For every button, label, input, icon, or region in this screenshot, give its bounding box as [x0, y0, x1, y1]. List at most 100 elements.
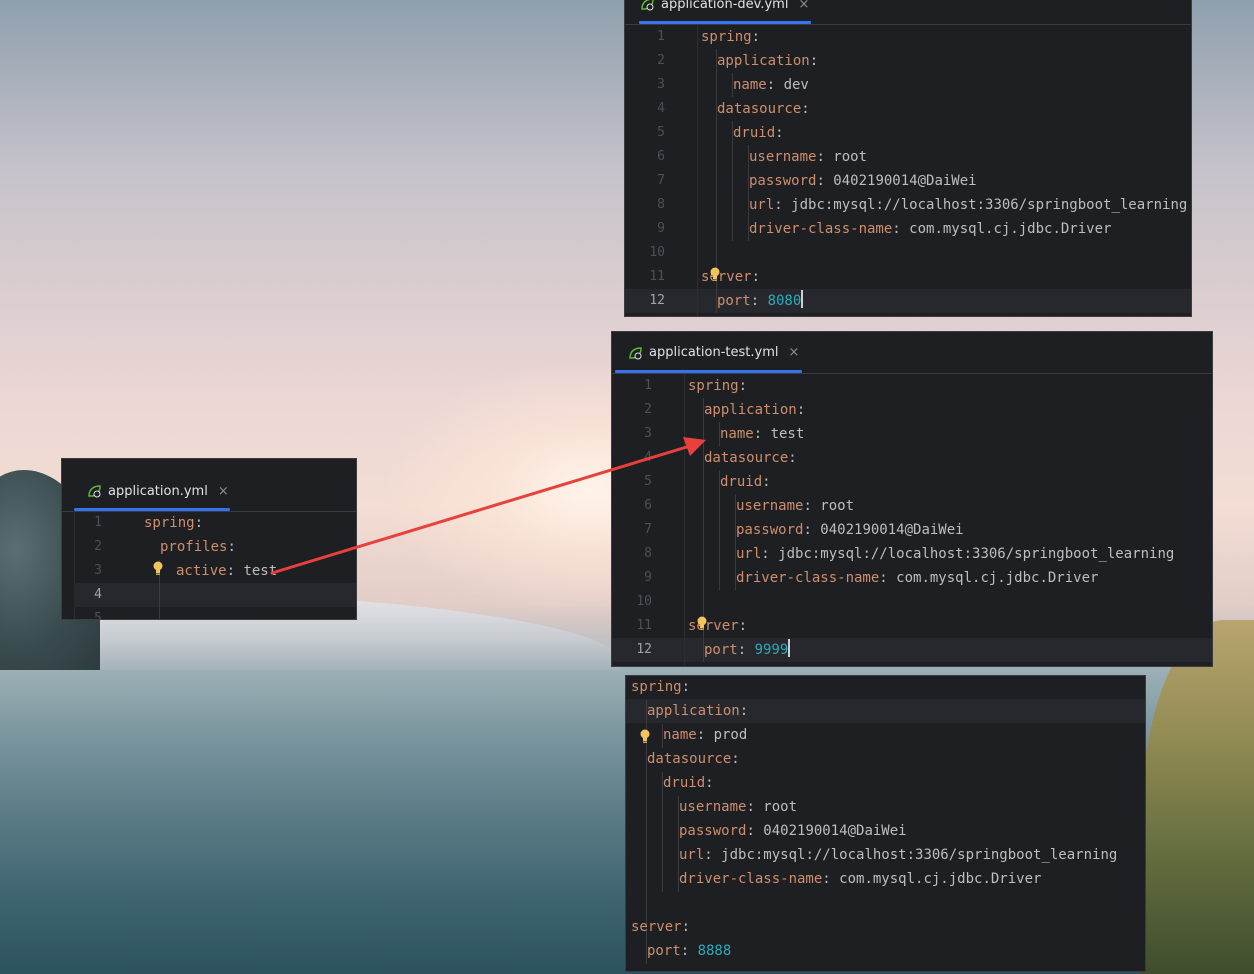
code-line[interactable]: spring:	[688, 374, 747, 398]
code-line[interactable]: spring:	[631, 676, 690, 699]
code-line-current[interactable]: port: 8080	[717, 289, 804, 313]
code-line[interactable]: application:	[717, 49, 818, 73]
code-line[interactable]: server:	[631, 915, 690, 939]
yaml-key: driver-class-name	[679, 871, 823, 887]
yaml-value: test	[243, 563, 278, 579]
yaml-key: druid	[733, 125, 776, 141]
code-line[interactable]: spring:	[701, 25, 760, 49]
yaml-key: username	[679, 799, 747, 815]
yaml-key: datasource	[717, 101, 802, 117]
line-number: 5	[657, 125, 665, 140]
tab-label: application-dev.yml	[661, 0, 789, 12]
code-line[interactable]: spring:	[144, 511, 203, 535]
yaml-value: root	[820, 498, 855, 514]
code-line[interactable]: driver-class-name: com.mysql.cj.jdbc.Dri…	[736, 566, 1098, 590]
code-line[interactable]: datasource:	[647, 747, 740, 771]
gutter-separator	[697, 25, 698, 316]
spring-leaf-icon	[88, 485, 101, 498]
line-number: 8	[644, 546, 652, 561]
yaml-key: username	[736, 498, 804, 514]
code-line[interactable]: druid:	[733, 121, 784, 145]
code-line[interactable]: username: root	[679, 795, 797, 819]
yaml-key: application	[647, 703, 740, 719]
line-number: 10	[636, 594, 652, 609]
code-line-current[interactable]: application:	[647, 699, 748, 723]
code-line[interactable]: password: 0402190014@DaiWei	[749, 169, 977, 193]
code-line[interactable]: username: root	[749, 145, 867, 169]
editor-application-test: application-test.yml × 1 2 3 4 5 6 7 8 9…	[612, 332, 1212, 666]
tab-application-dev[interactable]: application-dev.yml ×	[639, 0, 811, 24]
yaml-value: test	[770, 426, 805, 442]
code-line[interactable]: datasource:	[704, 446, 797, 470]
line-number: 2	[644, 402, 652, 417]
yaml-key: name	[663, 727, 697, 743]
spring-leaf-icon	[629, 346, 642, 359]
yaml-key: server	[631, 919, 682, 935]
line-number: 2	[657, 53, 665, 68]
yaml-key: url	[749, 197, 775, 213]
yaml-value: prod	[713, 727, 748, 743]
code-line[interactable]: password: 0402190014@DaiWei	[736, 518, 964, 542]
code-line[interactable]: username: root	[736, 494, 854, 518]
code-line[interactable]: driver-class-name: com.mysql.cj.jdbc.Dri…	[679, 867, 1041, 891]
yaml-key: datasource	[647, 751, 732, 767]
yaml-key: driver-class-name	[749, 221, 893, 237]
yaml-value: jdbc:mysql://localhost:3306/springboot_l…	[791, 197, 1188, 213]
active-tab-indicator	[615, 370, 802, 373]
line-number: 2	[94, 539, 102, 554]
close-icon[interactable]: ×	[218, 484, 229, 499]
text-caret	[788, 639, 791, 657]
yaml-key: url	[679, 847, 705, 863]
yaml-value: dev	[783, 77, 809, 93]
close-icon[interactable]: ×	[798, 0, 809, 12]
line-number-current: 4	[94, 587, 102, 602]
code-line[interactable]: profiles:	[160, 535, 236, 559]
line-number: 6	[644, 498, 652, 513]
line-number: 5	[94, 611, 102, 619]
lightbulb-icon[interactable]	[639, 728, 651, 744]
line-number: 4	[657, 101, 665, 116]
current-line-highlight	[625, 289, 1191, 313]
yaml-key: datasource	[704, 450, 789, 466]
line-number: 3	[644, 426, 652, 441]
code-line[interactable]: url: jdbc:mysql://localhost:3306/springb…	[736, 542, 1174, 566]
line-number: 1	[644, 378, 652, 393]
line-number: 11	[649, 269, 665, 284]
yaml-key: name	[733, 77, 767, 93]
code-line[interactable]: name: prod	[663, 723, 747, 747]
code-line[interactable]: name: dev	[733, 73, 809, 97]
code-line[interactable]: port: 8888	[647, 939, 731, 963]
line-number: 9	[644, 570, 652, 585]
line-number: 5	[644, 474, 652, 489]
code-line-current[interactable]: port: 9999	[704, 638, 791, 662]
lightbulb-icon[interactable]	[696, 615, 708, 631]
yaml-value: 0402190014@DaiWei	[833, 173, 977, 189]
code-line[interactable]: password: 0402190014@DaiWei	[679, 819, 907, 843]
line-number: 9	[657, 221, 665, 236]
line-number: 1	[94, 515, 102, 530]
line-number: 8	[657, 197, 665, 212]
code-line[interactable]: url: jdbc:mysql://localhost:3306/springb…	[749, 193, 1187, 217]
code-line[interactable]: druid:	[663, 771, 714, 795]
code-line[interactable]: name: test	[720, 422, 804, 446]
code-line[interactable]: datasource:	[717, 97, 810, 121]
yaml-key: druid	[663, 775, 706, 791]
lightbulb-icon[interactable]	[152, 560, 164, 576]
code-line[interactable]: active: test	[176, 559, 277, 583]
lightbulb-icon[interactable]	[709, 266, 721, 282]
code-line[interactable]: url: jdbc:mysql://localhost:3306/springb…	[679, 843, 1117, 867]
close-icon[interactable]: ×	[788, 345, 799, 360]
tab-label: application.yml	[108, 483, 208, 499]
editor-application-prod: spring: application: name: prod datasour…	[626, 676, 1145, 971]
yaml-key: port	[717, 293, 751, 309]
gutter-separator	[684, 374, 685, 666]
code-line[interactable]: application:	[704, 398, 805, 422]
tab-application-test[interactable]: application-test.yml ×	[615, 332, 802, 373]
line-number: 10	[649, 245, 665, 260]
line-number-current: 12	[649, 293, 665, 308]
yaml-value: root	[763, 799, 798, 815]
code-line[interactable]: druid:	[720, 470, 771, 494]
yaml-key: application	[704, 402, 797, 418]
tab-application[interactable]: application.yml ×	[74, 471, 230, 511]
code-line[interactable]: driver-class-name: com.mysql.cj.jdbc.Dri…	[749, 217, 1111, 241]
